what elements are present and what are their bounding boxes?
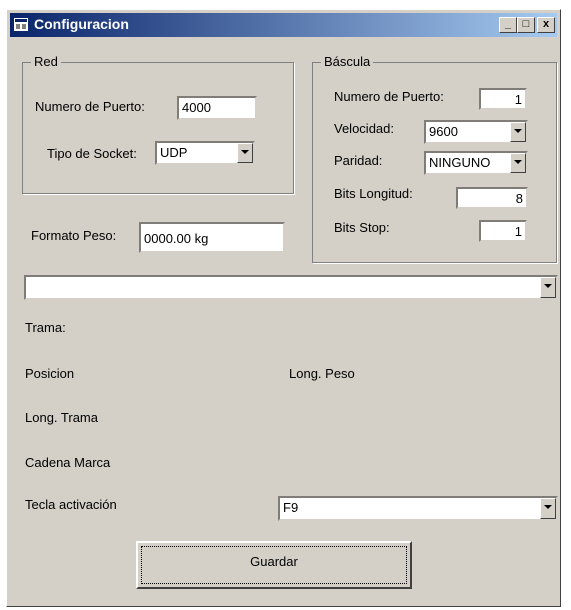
red-group: Red bbox=[22, 54, 294, 194]
trama-label: Trama: bbox=[25, 320, 66, 335]
paridad-value: NINGUNO bbox=[429, 155, 491, 170]
velocidad-value: 9600 bbox=[429, 124, 458, 139]
red-socket-value: UDP bbox=[160, 145, 188, 160]
app-icon bbox=[14, 18, 28, 31]
red-socket-select[interactable]: UDP bbox=[155, 141, 255, 165]
guardar-button[interactable]: Guardar bbox=[136, 541, 412, 589]
bits-stop-label: Bits Stop: bbox=[334, 220, 390, 235]
red-group-label: Red bbox=[31, 54, 61, 69]
paridad-label: Paridad: bbox=[334, 153, 383, 168]
formato-peso-label: Formato Peso: bbox=[31, 228, 117, 243]
velocidad-label: Velocidad: bbox=[334, 121, 394, 136]
long-trama-label: Long. Trama bbox=[25, 410, 98, 425]
red-puerto-input[interactable]: 4000 bbox=[177, 96, 257, 120]
bascula-group-label: Báscula bbox=[321, 54, 374, 69]
guardar-label: Guardar bbox=[250, 554, 298, 569]
red-socket-label: Tipo de Socket: bbox=[47, 146, 137, 161]
tecla-activacion-select[interactable]: F9 bbox=[278, 496, 558, 521]
paridad-select[interactable]: NINGUNO bbox=[424, 151, 528, 175]
chevron-down-icon[interactable] bbox=[540, 277, 556, 298]
bits-longitud-input[interactable]: 8 bbox=[456, 187, 528, 209]
chevron-down-icon[interactable] bbox=[510, 122, 526, 142]
bits-stop-input[interactable]: 1 bbox=[479, 220, 527, 242]
bascula-puerto-label: Numero de Puerto: bbox=[334, 89, 444, 104]
chevron-down-icon[interactable] bbox=[237, 143, 253, 163]
tecla-activacion-value: F9 bbox=[283, 500, 299, 515]
window-title: Configuracion bbox=[34, 16, 129, 32]
formato-peso-input[interactable]: 0000.00 kg bbox=[139, 222, 285, 253]
chevron-down-icon[interactable] bbox=[510, 153, 526, 173]
cadena-marca-label: Cadena Marca bbox=[25, 455, 111, 470]
chevron-down-icon[interactable] bbox=[540, 498, 556, 519]
title-bar[interactable]: Configuracion _ □ x bbox=[10, 13, 557, 37]
maximize-button[interactable]: □ bbox=[517, 17, 535, 33]
tecla-activacion-label: Tecla activación bbox=[25, 497, 117, 512]
posicion-label: Posicion bbox=[25, 366, 75, 381]
red-puerto-label: Numero de Puerto: bbox=[35, 99, 145, 114]
bits-longitud-label: Bits Longitud: bbox=[334, 186, 413, 201]
bascula-puerto-input[interactable]: 1 bbox=[479, 88, 527, 110]
trama-select[interactable] bbox=[24, 275, 558, 300]
velocidad-select[interactable]: 9600 bbox=[424, 120, 528, 144]
minimize-button[interactable]: _ bbox=[499, 17, 517, 33]
close-button[interactable]: x bbox=[537, 17, 555, 33]
long-peso-label: Long. Peso bbox=[289, 366, 355, 381]
